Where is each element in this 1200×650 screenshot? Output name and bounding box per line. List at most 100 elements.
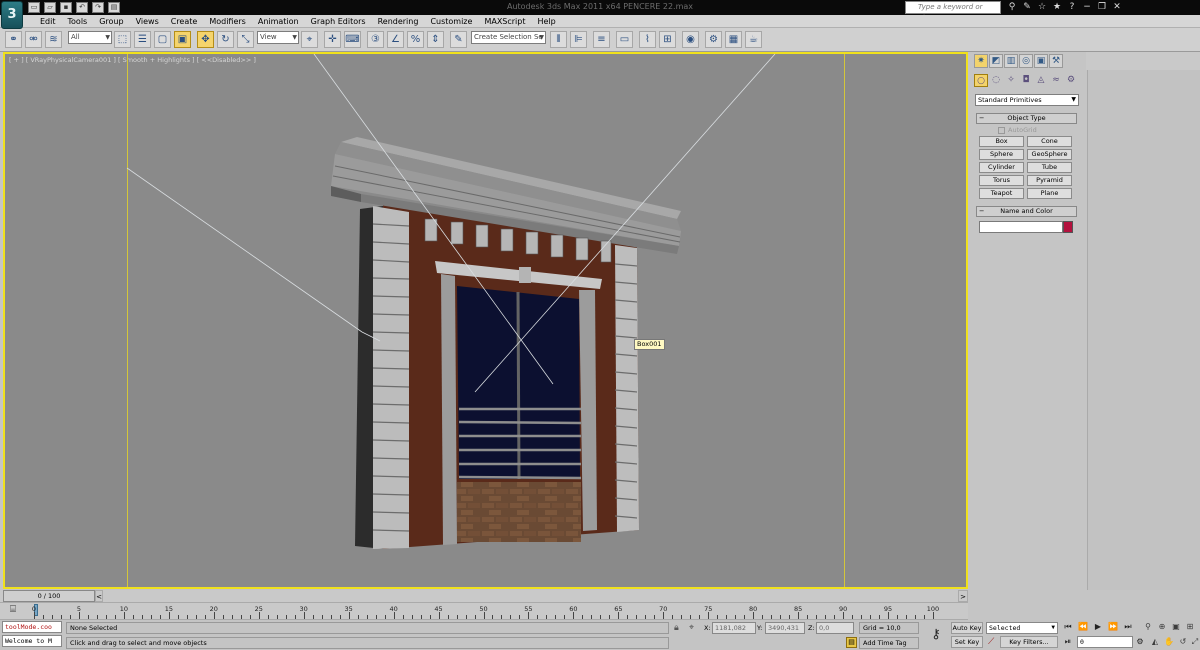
teapot-button[interactable]: Teapot [979, 188, 1024, 199]
autogrid-checkbox[interactable]: AutoGrid [998, 126, 1037, 134]
pan-view-icon[interactable]: ✋ [1163, 636, 1175, 648]
new-icon[interactable]: ▭ [28, 2, 40, 13]
material-editor-icon[interactable]: ◉ [682, 31, 699, 48]
schematic-view-icon[interactable]: ⊞ [659, 31, 676, 48]
cameras-icon[interactable]: ◘ [1019, 74, 1033, 87]
open-icon[interactable]: ▱ [44, 2, 56, 13]
minimize-icon[interactable]: − [1081, 1, 1093, 13]
close-icon[interactable]: ✕ [1111, 1, 1123, 13]
percent-snap-icon[interactable]: % [407, 31, 424, 48]
pyramid-button[interactable]: Pyramid [1027, 175, 1072, 186]
select-manipulate-icon[interactable]: ✛ [324, 31, 341, 48]
menu-customize[interactable]: Customize [424, 15, 478, 28]
next-key-icon[interactable]: ⏩ [1107, 621, 1119, 633]
field-of-view-icon[interactable]: ◭ [1149, 636, 1161, 648]
select-and-move-icon[interactable]: ✥ [197, 31, 214, 48]
reference-coordinate-dropdown[interactable]: View ▼ [257, 31, 299, 44]
edit-named-selection-icon[interactable]: ✎ [450, 31, 467, 48]
cone-button[interactable]: Cone [1027, 136, 1072, 147]
object-color-swatch[interactable] [1063, 221, 1073, 233]
graphite-ribbon-icon[interactable]: ▭ [616, 31, 633, 48]
orbit-icon[interactable]: ↺ [1177, 636, 1189, 648]
next-frame-icon[interactable]: > [958, 590, 968, 602]
zoom-all-icon[interactable]: ⊕ [1156, 621, 1168, 633]
menu-maxscript[interactable]: MAXScript [478, 15, 531, 28]
absolute-mode-icon[interactable]: ⌖ [689, 622, 694, 634]
menu-views[interactable]: Views [130, 15, 165, 28]
geometry-icon[interactable]: ○ [974, 74, 988, 87]
favorites-icon[interactable]: ★ [1051, 1, 1063, 13]
sphere-button[interactable]: Sphere [979, 149, 1024, 160]
help-icon[interactable]: ? [1066, 1, 1078, 13]
x-coordinate-field[interactable]: 1181,082 [712, 622, 756, 634]
undo-icon[interactable]: ↶ [76, 2, 88, 13]
systems-icon[interactable]: ⚙ [1064, 74, 1078, 87]
project-icon[interactable]: ▤ [108, 2, 120, 13]
torus-button[interactable]: Torus [979, 175, 1024, 186]
lock-selection-icon[interactable]: 🔒︎ [674, 622, 679, 634]
menu-graph-editors[interactable]: Graph Editors [305, 15, 372, 28]
time-slider-thumb[interactable]: 0 / 100 [3, 590, 95, 602]
lights-icon[interactable]: ✧ [1004, 74, 1018, 87]
save-icon[interactable]: ▪ [60, 2, 72, 13]
y-coordinate-field[interactable]: 3490,431 [765, 622, 805, 634]
zoom-extents-all-icon[interactable]: ⊞ [1184, 621, 1196, 633]
geosphere-button[interactable]: GeoSphere [1027, 149, 1072, 160]
primitive-category-dropdown[interactable]: Standard Primitives ▼ [975, 94, 1079, 106]
menu-edit[interactable]: Edit [34, 15, 62, 28]
zoom-icon[interactable]: ⚲ [1142, 621, 1154, 633]
rendered-frame-window-icon[interactable]: ▦ [725, 31, 742, 48]
align-icon[interactable]: ⊫ [570, 31, 587, 48]
subscription-icon[interactable]: ✎ [1021, 1, 1033, 13]
previous-frame-icon[interactable]: < [95, 590, 103, 602]
object-type-rollout[interactable]: − Object Type [976, 113, 1077, 124]
time-configuration-icon[interactable]: ⚙ [1134, 636, 1146, 648]
maximize-viewport-icon[interactable]: ⤢ [1189, 636, 1200, 648]
display-tab-icon[interactable]: ▣ [1034, 54, 1048, 68]
menu-create[interactable]: Create [165, 15, 204, 28]
select-and-scale-icon[interactable]: ⤡ [237, 31, 254, 48]
key-filters-button[interactable]: Key Filters... [1000, 636, 1058, 648]
curve-editor-icon[interactable]: ⌇ [639, 31, 656, 48]
application-button[interactable]: 3 [1, 1, 23, 29]
default-tangents-icon[interactable]: ⟋ [988, 636, 994, 648]
select-object-icon[interactable]: ⬚ [114, 31, 131, 48]
pivot-center-icon[interactable]: ⌖ [301, 31, 318, 48]
menu-modifiers[interactable]: Modifiers [203, 15, 252, 28]
search-input[interactable]: Type a keyword or phrase [905, 1, 1001, 22]
maxscript-listener-line1[interactable]: toolMode.coo [2, 621, 62, 633]
hierarchy-tab-icon[interactable]: ▥ [1004, 54, 1018, 68]
auto-key-button[interactable]: Auto Key [951, 622, 983, 634]
restore-icon[interactable]: ❐ [1096, 1, 1108, 13]
helpers-icon[interactable]: ◬ [1034, 74, 1048, 87]
selection-filter-dropdown[interactable]: All ▼ [68, 31, 112, 44]
spacewarps-icon[interactable]: ≈ [1049, 74, 1063, 87]
key-mode-dropdown[interactable]: Selected ▼ [986, 622, 1058, 634]
time-tag-icon[interactable]: ▤ [846, 637, 857, 648]
go-to-end-icon[interactable]: ⏭ [1122, 621, 1134, 633]
box-button[interactable]: Box [979, 136, 1024, 147]
motion-tab-icon[interactable]: ◎ [1019, 54, 1033, 68]
perspective-viewport[interactable]: [ + ] [ VRayPhysicalCamera001 ] [ Smooth… [3, 52, 968, 589]
spinner-snap-icon[interactable]: ⇕ [427, 31, 444, 48]
binoculars-icon[interactable]: ⚲ [1006, 1, 1018, 13]
angle-snap-icon[interactable]: ∠ [387, 31, 404, 48]
maxscript-listener-line2[interactable]: Welcome to M [2, 635, 62, 647]
play-icon[interactable]: ▶ [1092, 621, 1104, 633]
mini-curve-editor-icon[interactable]: ⌸ [6, 603, 20, 617]
select-and-rotate-icon[interactable]: ↻ [217, 31, 234, 48]
rectangular-selection-icon[interactable]: ▢ [154, 31, 171, 48]
plane-button[interactable]: Plane [1027, 188, 1072, 199]
bind-spacewarp-icon[interactable]: ≋ [45, 31, 62, 48]
modify-tab-icon[interactable]: ◩ [989, 54, 1003, 68]
set-keys-icon[interactable]: ⚷ [925, 623, 947, 647]
communication-icon[interactable]: ☆ [1036, 1, 1048, 13]
key-mode-toggle-icon[interactable]: ⏯ [1062, 636, 1074, 648]
name-and-color-rollout[interactable]: − Name and Color [976, 206, 1077, 217]
menu-rendering[interactable]: Rendering [372, 15, 425, 28]
z-coordinate-field[interactable]: 0,0 [816, 622, 854, 634]
redo-icon[interactable]: ↷ [92, 2, 104, 13]
render-production-icon[interactable]: ☕ [745, 31, 762, 48]
render-setup-icon[interactable]: ⚙ [705, 31, 722, 48]
zoom-extents-icon[interactable]: ▣ [1170, 621, 1182, 633]
